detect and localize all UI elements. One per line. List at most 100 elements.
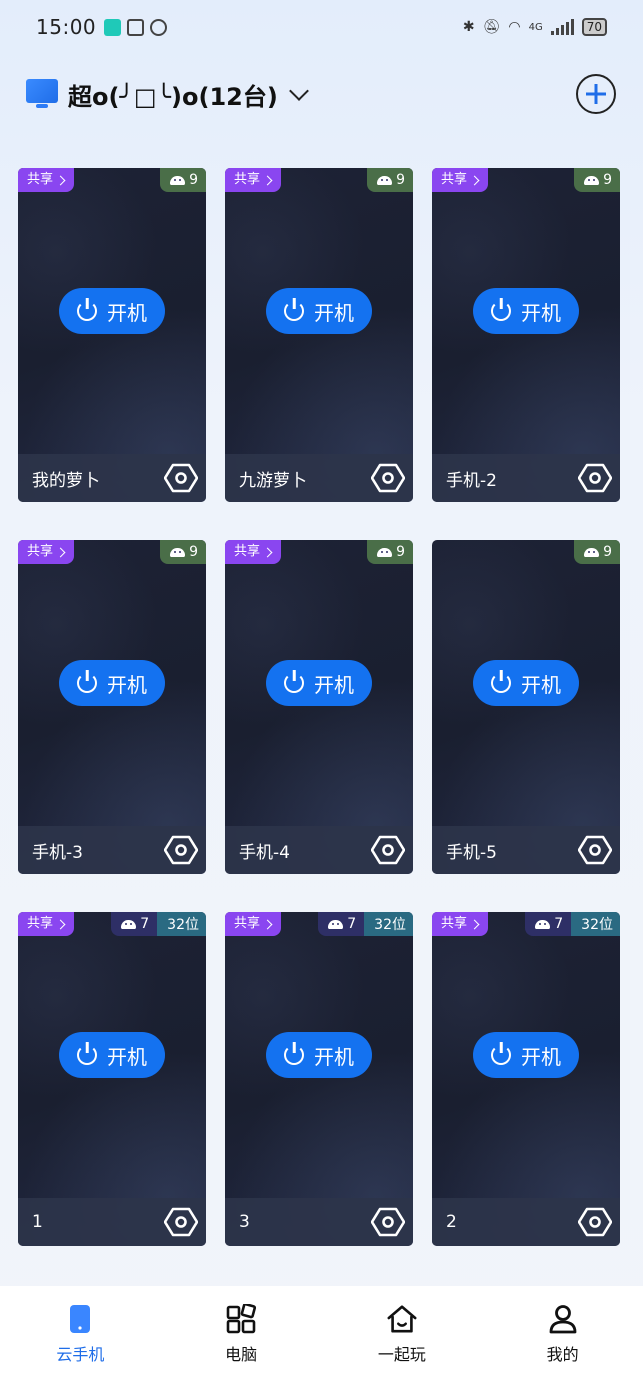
device-name: 我的萝卜	[32, 470, 100, 491]
device-card[interactable]: 共享 9 开机 九游萝卜	[225, 168, 413, 502]
share-badge[interactable]: 共享	[225, 912, 282, 936]
power-icon	[77, 1045, 97, 1065]
device-card[interactable]: 9 开机 手机-5	[432, 540, 620, 874]
device-name: 手机-5	[446, 842, 497, 863]
smart-home-icon	[104, 18, 122, 36]
device-card[interactable]: 共享 9 开机 手机-4	[225, 540, 413, 874]
nav-item-cloud-phone[interactable]: 云手机	[30, 1303, 130, 1365]
nav-label: 云手机	[56, 1344, 105, 1364]
share-label: 共享	[27, 172, 54, 187]
settings-hex-icon[interactable]	[370, 833, 406, 867]
card-footer: 我的萝卜	[18, 454, 206, 502]
android-icon	[377, 547, 393, 557]
nav-item-mine[interactable]: 我的	[513, 1303, 613, 1365]
power-on-button[interactable]: 开机	[59, 1032, 165, 1078]
status-time: 15:00	[36, 15, 97, 39]
bottom-nav: 云手机 电脑 一起玩 我的	[0, 1286, 643, 1377]
device-card[interactable]: 共享 7 32位 开机 1	[18, 912, 206, 1246]
power-on-button[interactable]: 开机	[473, 288, 579, 334]
power-label: 开机	[107, 672, 147, 697]
nav-item-play-together[interactable]: 一起玩	[352, 1303, 452, 1365]
android-version: 9	[189, 172, 198, 188]
android-version-badge: 9	[367, 168, 413, 192]
card-footer: 1	[18, 1198, 206, 1246]
android-icon	[170, 175, 186, 185]
power-icon	[77, 301, 97, 321]
add-device-button[interactable]	[576, 74, 616, 114]
android-icon	[535, 919, 551, 929]
device-card[interactable]: 共享 9 开机 手机-3	[18, 540, 206, 874]
share-label: 共享	[27, 544, 54, 559]
signal-icon	[550, 19, 574, 35]
share-badge[interactable]: 共享	[18, 540, 75, 564]
device-group-title[interactable]: 超o(╯□╰)o(12台)	[68, 77, 278, 112]
settings-hex-icon[interactable]	[370, 461, 406, 495]
chevron-down-icon[interactable]	[288, 81, 309, 101]
power-on-button[interactable]: 开机	[59, 660, 165, 706]
device-card[interactable]: 共享 9 开机 手机-2	[432, 168, 620, 502]
share-label: 共享	[441, 916, 468, 931]
share-badge[interactable]: 共享	[18, 912, 75, 936]
chevron-right-icon	[262, 175, 273, 185]
android-version: 7	[140, 916, 150, 932]
chevron-right-icon	[262, 547, 273, 557]
device-name: 手机-3	[32, 842, 83, 863]
power-label: 开机	[314, 672, 354, 697]
share-label: 共享	[441, 172, 468, 187]
android-version: 9	[603, 544, 612, 560]
chevron-right-icon	[262, 919, 273, 929]
share-badge[interactable]: 共享	[18, 168, 75, 192]
power-icon	[284, 1045, 304, 1065]
android-version: 9	[396, 544, 405, 560]
android-version: 9	[603, 172, 612, 188]
share-badge[interactable]: 共享	[432, 912, 489, 936]
header: 超o(╯□╰)o(12台)	[26, 70, 616, 118]
alarm-icon	[150, 18, 168, 36]
settings-hex-icon[interactable]	[577, 461, 613, 495]
bit-badge: 32位	[571, 912, 620, 936]
android-icon	[121, 919, 137, 929]
device-card[interactable]: 共享 7 32位 开机 2	[432, 912, 620, 1246]
nav-item-computer[interactable]: 电脑	[191, 1303, 291, 1365]
card-footer: 手机-4	[225, 826, 413, 874]
card-footer: 九游萝卜	[225, 454, 413, 502]
device-card[interactable]: 共享 7 32位 开机 3	[225, 912, 413, 1246]
device-name: 3	[239, 1212, 250, 1232]
android-version-badge: 7	[318, 912, 365, 936]
power-label: 开机	[521, 300, 561, 325]
power-on-button[interactable]: 开机	[473, 660, 579, 706]
android-icon	[328, 919, 344, 929]
battery-icon: 70	[581, 18, 607, 36]
settings-hex-icon[interactable]	[163, 461, 199, 495]
power-label: 开机	[107, 300, 147, 325]
power-on-button[interactable]: 开机	[266, 1032, 372, 1078]
android-version: 7	[347, 916, 357, 932]
share-label: 共享	[27, 916, 54, 931]
power-icon	[284, 673, 304, 693]
power-on-button[interactable]: 开机	[266, 660, 372, 706]
settings-hex-icon[interactable]	[577, 833, 613, 867]
chevron-right-icon	[55, 175, 66, 185]
android-version-badge: 9	[367, 540, 413, 564]
share-badge[interactable]: 共享	[432, 168, 489, 192]
nfc-icon	[127, 18, 145, 36]
nav-label: 一起玩	[377, 1344, 426, 1364]
power-on-button[interactable]: 开机	[473, 1032, 579, 1078]
settings-hex-icon[interactable]	[163, 1205, 199, 1239]
device-card[interactable]: 共享 9 开机 我的萝卜	[18, 168, 206, 502]
settings-hex-icon[interactable]	[163, 833, 199, 867]
home-icon	[386, 1303, 418, 1335]
settings-hex-icon[interactable]	[577, 1205, 613, 1239]
power-label: 开机	[314, 300, 354, 325]
windows-icon	[225, 1303, 257, 1335]
share-badge[interactable]: 共享	[225, 540, 282, 564]
share-badge[interactable]: 共享	[225, 168, 282, 192]
user-icon	[547, 1303, 579, 1335]
power-on-button[interactable]: 开机	[266, 288, 372, 334]
device-name: 九游萝卜	[239, 470, 307, 491]
settings-hex-icon[interactable]	[370, 1205, 406, 1239]
share-label: 共享	[234, 172, 261, 187]
power-on-button[interactable]: 开机	[59, 288, 165, 334]
android-version: 9	[189, 544, 198, 560]
device-name: 1	[32, 1212, 43, 1232]
